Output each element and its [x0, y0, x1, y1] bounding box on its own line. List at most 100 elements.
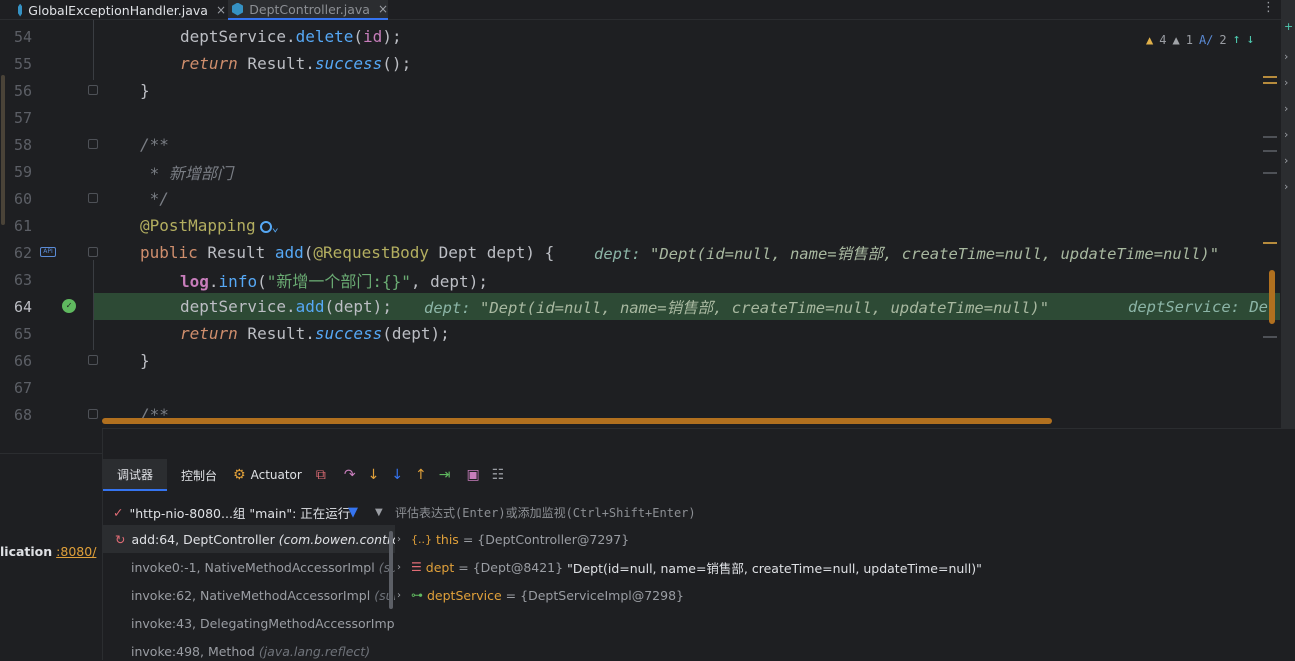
tab-dept-controller[interactable]: DeptController.java ×	[228, 0, 388, 20]
parameter-icon: ☰	[411, 560, 422, 574]
chevron-right-icon[interactable]: ›	[1284, 180, 1288, 193]
add-icon[interactable]: +	[1284, 20, 1293, 33]
right-tool-strip: + › › › › › ›	[1281, 0, 1295, 430]
web-endpoint-icon[interactable]	[259, 220, 272, 233]
force-step-into-icon[interactable]: ↓	[391, 467, 403, 483]
application-entry[interactable]: lication:8080/	[0, 544, 96, 559]
frames-list: ↻ add:64, DeptController(com.bowen.contr…	[103, 525, 395, 661]
thread-selector[interactable]: ✓ "http-nio-8080...组 "main": 正在运行 ▼ ▼	[103, 499, 393, 525]
code-line: 63 log.info("新增一个部门:{}", dept);	[14, 270, 488, 291]
code-editor[interactable]: ▲ 4 ▲ 1 A∕ 2 ↑ ↓ 54 deptService.delete(id);…	[0, 20, 1295, 428]
chevron-right-icon[interactable]: ›	[1284, 50, 1288, 63]
run-to-cursor-icon[interactable]: ⇥	[439, 467, 451, 483]
tab-menu-icon[interactable]: ⋮	[1262, 0, 1275, 15]
frame-item[interactable]: invoke:43, DelegatingMethodAccessorImpl(…	[103, 609, 395, 637]
line-number: 59	[14, 162, 33, 181]
code-line: 54 deptService.delete(id);	[14, 27, 402, 46]
frame-item[interactable]: invoke:62, NativeMethodAccessorImpl(sun.…	[103, 581, 395, 609]
code-line: 57	[0, 104, 1280, 131]
line-number: 67	[14, 378, 33, 397]
evaluate-expression-icon[interactable]: ▣	[467, 467, 480, 483]
restore-layout-icon[interactable]: ⧉	[316, 467, 326, 483]
variable-row[interactable]: › {..} this = {DeptController@7297}	[397, 525, 1295, 553]
error-stripe-mark[interactable]	[1263, 242, 1277, 244]
horizontal-scrollbar[interactable]	[102, 418, 1052, 424]
tab-label: DeptController.java	[249, 1, 370, 17]
debug-toolbar: 调试器 控制台 ⚙ Actuator ⧉ ↷ ↓ ↓ ↑ ⇥ ▣ ☷	[103, 459, 1295, 491]
actuator-icon: ⚙	[233, 467, 246, 483]
app-url-link[interactable]: :8080/	[56, 544, 96, 559]
fold-icon[interactable]	[88, 355, 98, 365]
chevron-right-icon[interactable]: ›	[1284, 76, 1288, 89]
java-file-icon	[232, 2, 244, 16]
chevron-right-icon[interactable]: ›	[1284, 154, 1288, 167]
inline-debug-hint: deptService: De	[1128, 297, 1268, 316]
object-icon: {..}	[411, 532, 432, 546]
thread-label: "http-nio-8080...组 "main": 正在运行	[129, 505, 351, 521]
inline-debug-hint: dept:	[594, 244, 641, 263]
code-line: 66 }	[14, 351, 150, 370]
line-number: 65	[14, 324, 33, 343]
tab-label: GlobalExceptionHandler.java	[28, 2, 208, 18]
code-line: 64 ✓ deptService.add(dept); dept: "Dept(…	[14, 297, 1268, 317]
code-line: 67	[0, 374, 1280, 401]
line-number: 66	[14, 351, 33, 370]
code-line: 61 @PostMapping ⌄	[14, 216, 279, 235]
close-icon[interactable]: ×	[216, 3, 226, 17]
api-badge-icon[interactable]: API	[40, 247, 56, 257]
fold-icon[interactable]	[88, 409, 98, 419]
settings-list-icon[interactable]: ☷	[492, 467, 505, 483]
line-number: 54	[14, 27, 33, 46]
step-out-icon[interactable]: ↑	[415, 467, 427, 483]
code-line: 65 return Result.success(dept);	[14, 324, 450, 343]
variable-row[interactable]: › ☰ dept = {Dept@8421} "Dept(id=null, name=…	[397, 553, 1295, 581]
expand-icon[interactable]: ›	[397, 562, 411, 573]
code-line: 58 /**	[14, 135, 169, 154]
expand-icon[interactable]: ›	[397, 590, 411, 601]
evaluate-expression-input[interactable]: 评估表达式(Enter)或添加监视(Ctrl+Shift+Enter)	[395, 499, 696, 525]
java-file-icon	[18, 3, 23, 17]
tab-debugger[interactable]: 调试器	[103, 459, 168, 491]
error-stripe-mark[interactable]	[1263, 336, 1277, 338]
code-line: 56 }	[14, 81, 150, 100]
variables-tree: › {..} this = {DeptController@7297} › ☰ de…	[397, 525, 1295, 661]
line-number: 64	[14, 297, 33, 316]
error-stripe-mark[interactable]	[1263, 136, 1277, 138]
chevron-right-icon[interactable]: ›	[1284, 102, 1288, 115]
frame-item[interactable]: invoke:498, Method (java.lang.reflect)	[103, 637, 395, 661]
step-into-icon[interactable]: ↓	[368, 467, 380, 483]
debug-tool-window: 调试器 控制台 ⚙ Actuator ⧉ ↷ ↓ ↓ ↑ ⇥ ▣ ☷ ✓ "ht…	[103, 428, 1295, 660]
line-number: 68	[14, 405, 33, 424]
frame-item[interactable]: ↻ add:64, DeptController(com.bowen.contr…	[103, 525, 395, 553]
services-panel: lication:8080/	[0, 428, 103, 660]
expand-icon[interactable]: ›	[397, 534, 411, 545]
fold-icon[interactable]	[88, 139, 98, 149]
inline-debug-hint: dept:	[424, 298, 471, 317]
error-stripe-mark[interactable]	[1263, 82, 1277, 84]
line-number: 58	[14, 135, 33, 154]
tab-console[interactable]: 控制台	[167, 459, 231, 491]
line-number: 60	[14, 189, 33, 208]
fold-icon[interactable]	[88, 247, 98, 257]
line-number: 57	[14, 108, 33, 127]
code-line: 62 API public Result add(@RequestBody De…	[14, 243, 1220, 263]
error-stripe-mark[interactable]	[1263, 76, 1277, 78]
breakpoint-check-icon[interactable]: ✓	[62, 299, 76, 313]
field-icon: ⊶	[411, 588, 423, 602]
frame-item[interactable]: invoke0:-1, NativeMethodAccessorImpl(sun…	[103, 553, 395, 581]
frames-scrollbar[interactable]	[389, 531, 393, 609]
vertical-scrollbar[interactable]	[1269, 270, 1275, 324]
chevron-down-icon[interactable]: ▼	[375, 507, 383, 518]
filter-icon[interactable]: ▼	[348, 505, 358, 520]
tab-actuator[interactable]: Actuator	[246, 459, 316, 491]
step-over-icon[interactable]: ↷	[344, 467, 356, 483]
thread-check-icon: ✓	[113, 504, 124, 520]
error-stripe-mark[interactable]	[1263, 150, 1277, 152]
close-icon[interactable]: ×	[378, 2, 388, 16]
fold-icon[interactable]	[88, 85, 98, 95]
error-stripe-mark[interactable]	[1263, 172, 1277, 174]
chevron-right-icon[interactable]: ›	[1284, 128, 1288, 141]
tab-global-exception-handler[interactable]: GlobalExceptionHandler.java ×	[14, 0, 226, 20]
fold-icon[interactable]	[88, 193, 98, 203]
variable-row[interactable]: › ⊶ deptService = {DeptServiceImpl@7298}	[397, 581, 1295, 609]
